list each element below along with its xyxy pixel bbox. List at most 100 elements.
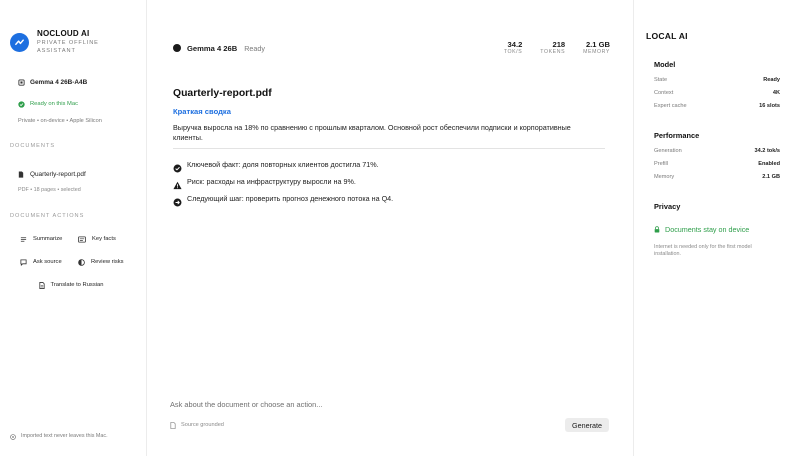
main-content: Gemma 4 26B Ready 34.2 TOK/S 218 TOKENS …: [147, 0, 633, 456]
model-info: State Ready Context 4K Expert cache 16 s…: [646, 73, 780, 112]
list-item: Ключевой факт: доля повторных клиентов д…: [173, 156, 609, 173]
summary-heading: Краткая сводка: [173, 107, 231, 116]
privacy-note: Internet is needed only for the first mo…: [654, 244, 752, 258]
stat-speed-label: TOK/S: [503, 49, 523, 55]
composer: Source grounded Generate: [170, 398, 609, 434]
document-meta: PDF • 18 pages • selected: [18, 187, 81, 193]
list-item: Риск: расходы на инфраструктуру выросли …: [173, 173, 609, 190]
chat-icon: [20, 253, 27, 271]
ask-source-label: Ask source: [33, 259, 62, 265]
source-grounded-label: Source grounded: [181, 422, 224, 428]
privacy-footer-text: Imported text never leaves this Mac.: [21, 433, 108, 439]
stat-speed-value: 34.2: [507, 40, 523, 49]
right-panel-title: LOCAL AI: [646, 31, 688, 41]
stat-speed: 34.2 TOK/S: [504, 40, 522, 56]
document-item[interactable]: Quarterly-report.pdf: [18, 165, 136, 183]
translate-button[interactable]: Translate to Russian: [20, 279, 136, 291]
check-circle-icon: [173, 160, 182, 173]
review-risks-label: Review risks: [91, 259, 124, 265]
list-item: Следующий шаг: проверить прогноз денежно…: [173, 190, 609, 207]
model-context-row: Context 4K: [654, 86, 780, 99]
topbar: Gemma 4 26B Ready 34.2 TOK/S 218 TOKENS …: [173, 40, 610, 56]
kv-key: Generation: [654, 147, 682, 154]
source-grounded-toggle[interactable]: Source grounded: [170, 416, 224, 434]
sidebar-model-status-text: Ready on this Mac: [30, 101, 79, 107]
prompt-input[interactable]: [170, 398, 609, 410]
shield-icon: [10, 427, 16, 445]
document-icon: [170, 416, 176, 434]
sidebar-model-detail: Private • on-device • Apple Silicon: [18, 118, 102, 124]
brand-name: NOCLOUD AI: [37, 29, 90, 38]
stat-tokens: 218 TOKENS: [540, 40, 565, 56]
actions-section-label: DOCUMENT ACTIONS: [10, 213, 85, 219]
privacy-status: Documents stay on device: [654, 220, 780, 238]
brand-logo-icon: [10, 32, 29, 52]
stat-tokens-label: TOKENS: [540, 49, 566, 55]
document-icon: [18, 165, 24, 183]
arrow-circle-icon: [173, 194, 182, 207]
stats: 34.2 TOK/S 218 TOKENS 2.1 GB MEMORY: [504, 40, 610, 56]
memory-row: Memory 2.1 GB: [654, 170, 780, 183]
kv-key: State: [654, 76, 668, 83]
document-icon: [38, 276, 45, 294]
key-facts-label: Key facts: [92, 236, 116, 242]
review-risks-button[interactable]: Review risks: [78, 256, 136, 268]
summarize-button[interactable]: Summarize: [20, 233, 78, 245]
performance-info: Generation 34.2 tok/s Prefill Enabled Me…: [646, 144, 780, 183]
brand-subtitle: PRIVATE OFFLINE ASSISTANT: [37, 40, 99, 54]
brand: NOCLOUD AI PRIVATE OFFLINE ASSISTANT: [10, 29, 136, 55]
sidebar-model[interactable]: Gemma 4 26B-A4B: [18, 73, 136, 91]
stat-memory: 2.1 GB MEMORY: [583, 40, 610, 56]
summary-text: Выручка выросла на 18% по сравнению с пр…: [173, 123, 571, 142]
ask-source-button[interactable]: Ask source: [20, 256, 78, 268]
warning-icon: [173, 177, 182, 190]
right-panel: LOCAL AI Model State Ready Context 4K Ex…: [633, 0, 800, 456]
kv-value: 4K: [772, 89, 780, 96]
kv-key: Context: [654, 89, 674, 96]
summarize-label: Summarize: [33, 236, 63, 242]
privacy-status-text: Documents stay on device: [665, 224, 750, 234]
sidebar-footer: Imported text never leaves this Mac.: [10, 427, 108, 445]
divider: [173, 148, 605, 149]
bullet-text: Ключевой факт: доля повторных клиентов д…: [187, 160, 379, 169]
bullet-text: Следующий шаг: проверить прогноз денежно…: [187, 194, 394, 203]
sidebar-model-status: Ready on this Mac: [18, 95, 136, 113]
summary-bullets: Ключевой факт: доля повторных клиентов д…: [173, 156, 609, 207]
stat-memory-label: MEMORY: [583, 49, 610, 55]
model-expert-cache-row: Expert cache 16 slots: [654, 99, 780, 112]
model-state-row: State Ready: [654, 73, 780, 86]
model-section-title: Model: [654, 60, 676, 69]
key-facts-button[interactable]: Key facts: [78, 233, 136, 245]
prefill-row: Prefill Enabled: [654, 157, 780, 170]
kv-key: Expert cache: [654, 102, 687, 109]
card-icon: [78, 230, 86, 248]
kv-value: 16 slots: [759, 102, 780, 109]
sidebar-model-name: Gemma 4 26B-A4B: [30, 78, 88, 86]
document-actions: Summarize Key facts Ask source Review ri…: [10, 233, 136, 291]
status-dot-icon: [173, 44, 181, 52]
app-window: NOCLOUD AI PRIVATE OFFLINE ASSISTANT Gem…: [0, 0, 800, 456]
stat-tokens-value: 218: [552, 40, 566, 49]
active-model-status: Ready: [244, 43, 266, 53]
stat-memory-value: 2.1 GB: [585, 40, 610, 49]
generate-button[interactable]: Generate: [565, 418, 609, 432]
lock-icon: [654, 220, 660, 238]
translate-label: Translate to Russian: [50, 282, 104, 288]
bullet-text: Риск: расходы на инфраструктуру выросли …: [187, 177, 356, 186]
document-title: Quarterly-report.pdf: [173, 88, 272, 99]
kv-value: 2.1 GB: [762, 173, 780, 180]
generation-row: Generation 34.2 tok/s: [654, 144, 780, 157]
kv-value: Ready: [763, 76, 780, 83]
active-model-name: Gemma 4 26B: [187, 43, 238, 53]
kv-key: Memory: [654, 173, 675, 180]
documents-section-label: DOCUMENTS: [10, 143, 56, 149]
performance-section-title: Performance: [654, 131, 700, 140]
kv-value: 34.2 tok/s: [754, 147, 781, 154]
check-circle-icon: [18, 95, 25, 113]
chip-icon: [18, 73, 25, 91]
document-name: Quarterly-report.pdf: [30, 170, 86, 178]
half-circle-icon: [78, 253, 85, 271]
sidebar: NOCLOUD AI PRIVATE OFFLINE ASSISTANT Gem…: [0, 0, 147, 456]
lines-icon: [20, 230, 27, 248]
privacy-section-title: Privacy: [654, 202, 681, 211]
